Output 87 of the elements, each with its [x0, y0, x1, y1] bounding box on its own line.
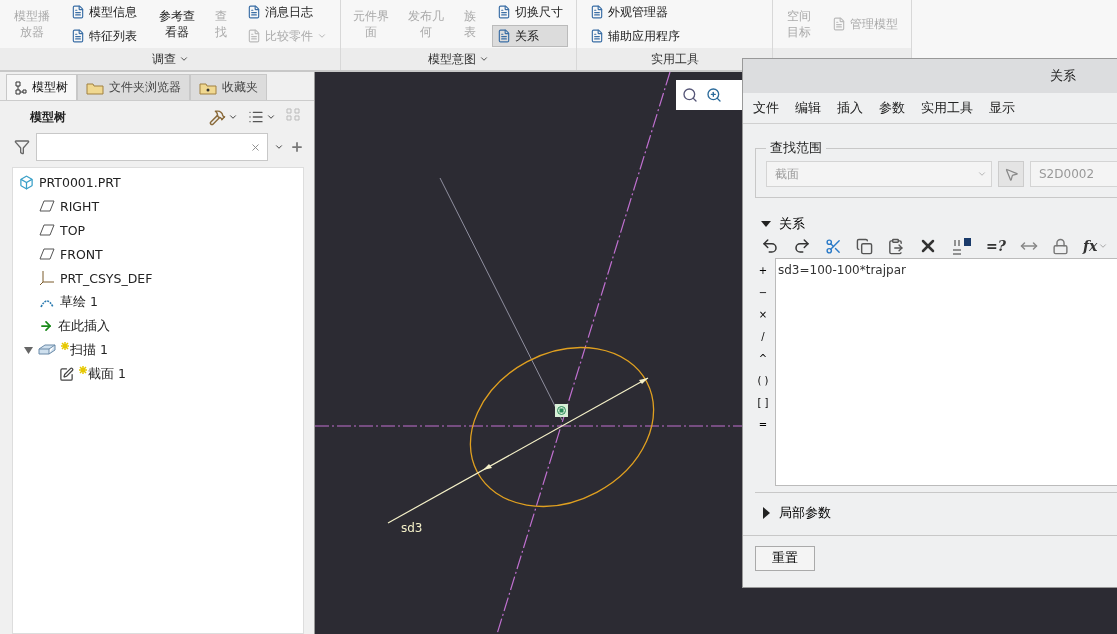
plane-icon: [39, 224, 55, 236]
zoom-in-icon: [706, 87, 722, 103]
document-icon: [497, 5, 511, 19]
expanded-arrow-icon: [761, 219, 771, 229]
document-icon: [247, 29, 261, 43]
operator-button[interactable]: ^: [758, 350, 768, 366]
pointer-icon: [1003, 166, 1019, 182]
tree-item[interactable]: 在此插入: [58, 317, 110, 335]
tree-item[interactable]: PRT_CSYS_DEF: [60, 270, 153, 286]
caret-icon: [317, 31, 327, 41]
collapsed-arrow-icon: [761, 507, 771, 519]
tree-item[interactable]: 扫描 1: [70, 341, 108, 359]
dialog-title: 关系: [1050, 67, 1076, 85]
caret-icon: [228, 112, 238, 122]
group-label: 调查: [151, 50, 176, 68]
hammer-icon: [209, 108, 226, 126]
folder-star-icon: [199, 80, 217, 95]
filter-icon: [14, 139, 30, 155]
document-icon: [590, 5, 604, 19]
operator-button[interactable]: +: [758, 262, 768, 278]
menu-item[interactable]: 编辑: [795, 99, 821, 117]
menu-item[interactable]: 文件: [753, 99, 779, 117]
tree-item[interactable]: TOP: [60, 222, 85, 238]
operator-button[interactable]: [ ]: [757, 394, 769, 410]
sort-button[interactable]: [950, 235, 974, 257]
menu-item[interactable]: 显示: [989, 99, 1015, 117]
caret-icon: [266, 112, 276, 122]
tree-item[interactable]: 截面 1: [88, 365, 126, 383]
plane-icon: [39, 248, 55, 260]
cube-icon: [19, 174, 34, 190]
menu-item[interactable]: 参数: [879, 99, 905, 117]
panel-title: 模型树: [30, 108, 67, 126]
point-marker-icon: [555, 404, 568, 417]
ribbon-button[interactable]: 参考查看器: [152, 6, 201, 42]
navigator-tab[interactable]: 收藏夹: [190, 74, 267, 100]
operator-button[interactable]: ( ): [757, 372, 769, 388]
document-icon: [71, 29, 86, 43]
tree-icon: [15, 80, 27, 95]
group-title: 查找范围: [769, 140, 823, 157]
search-icon: [682, 87, 698, 103]
ribbon-button[interactable]: 消息日志: [242, 1, 332, 23]
caret-icon: [274, 142, 284, 152]
sweep-icon: [38, 344, 56, 356]
pencil-icon: [59, 366, 74, 382]
ribbon-button[interactable]: 辅助应用程序: [585, 25, 685, 47]
clear-icon: [250, 141, 261, 153]
operator-button[interactable]: =: [758, 416, 768, 432]
add-icon: [290, 140, 304, 154]
group-label: 模型意图: [428, 50, 476, 68]
navigator-tab[interactable]: 文件夹浏览器: [77, 74, 190, 100]
select-button[interactable]: [998, 161, 1024, 187]
arrow-icon: [39, 319, 53, 333]
section-toggle[interactable]: 关系: [755, 214, 1117, 234]
tree-item[interactable]: RIGHT: [60, 198, 100, 214]
document-icon: [71, 5, 86, 19]
tool-button[interactable]: =?: [984, 235, 1008, 257]
navigator-tab[interactable]: 模型树: [6, 74, 77, 100]
ribbon-button[interactable]: 切换尺寸: [492, 1, 568, 23]
ribbon-button[interactable]: 关系: [492, 25, 568, 47]
reset-button[interactable]: 重置: [755, 546, 815, 571]
document-icon: [832, 17, 846, 31]
operator-button[interactable]: −: [758, 284, 768, 300]
caret-icon: [1098, 241, 1109, 251]
menu-item[interactable]: 实用工具: [921, 99, 973, 117]
folder-icon: [86, 80, 104, 95]
operator-button[interactable]: /: [761, 328, 765, 344]
group-label: 实用工具: [650, 50, 699, 68]
document-icon: [497, 29, 511, 43]
ribbon-button[interactable]: 外观管理器: [585, 1, 685, 23]
operator-button[interactable]: ×: [758, 306, 768, 322]
ribbon-button[interactable]: 特征列表: [66, 25, 143, 47]
relations-editor[interactable]: sd3=100-100*trajpar: [775, 258, 1117, 486]
tree-item[interactable]: 草绘 1: [60, 293, 98, 311]
tool-button[interactable]: fx: [1080, 235, 1111, 257]
list-icon: [248, 109, 264, 125]
section-toggle[interactable]: 局部参数: [755, 503, 1117, 523]
ribbon-button[interactable]: 模型信息: [66, 1, 143, 23]
dimension-label: sd3: [401, 521, 423, 535]
caret-icon: [977, 169, 987, 179]
document-icon: [247, 5, 261, 19]
document-icon: [590, 29, 604, 43]
filter-field[interactable]: [36, 133, 268, 161]
tree-item[interactable]: PRT0001.PRT: [39, 174, 121, 190]
menu-item[interactable]: 插入: [837, 99, 863, 117]
axes-icon: [39, 270, 55, 286]
tree-item[interactable]: FRONT: [60, 246, 103, 262]
plane-icon: [39, 200, 55, 212]
